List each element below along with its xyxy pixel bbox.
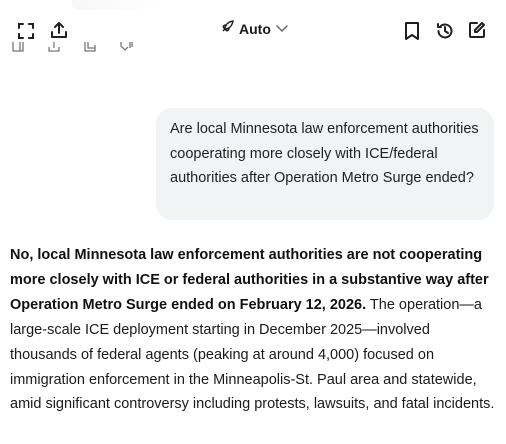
mode-label: Auto xyxy=(239,21,271,37)
partial-upload-icon xyxy=(48,42,84,56)
partial-feedback-icon xyxy=(120,42,156,56)
bookmark-icon[interactable] xyxy=(400,19,424,43)
faded-header-strip xyxy=(72,0,160,10)
partial-panel-icon xyxy=(12,42,48,56)
partial-toolbar-row xyxy=(12,42,156,58)
chevron-down-icon xyxy=(276,20,288,38)
partial-copy-icon xyxy=(84,42,120,56)
user-message-text: Are local Minnesota law enforcement auth… xyxy=(170,121,479,187)
share-icon[interactable] xyxy=(47,18,71,42)
expand-icon[interactable] xyxy=(14,19,38,43)
mode-selector[interactable]: Auto xyxy=(220,18,288,40)
chat-page: Auto Are local Minnesota law enforcement… xyxy=(0,0,506,444)
assistant-response: No, local Minnesota law enforcement auth… xyxy=(10,243,496,417)
response-body: The operation—a large-scale ICE deployme… xyxy=(10,296,495,413)
user-message-bubble: Are local Minnesota law enforcement auth… xyxy=(156,108,494,220)
rocket-icon xyxy=(220,19,234,39)
compose-icon[interactable] xyxy=(465,18,489,42)
history-icon[interactable] xyxy=(433,19,457,43)
top-bar: Auto xyxy=(0,0,506,60)
